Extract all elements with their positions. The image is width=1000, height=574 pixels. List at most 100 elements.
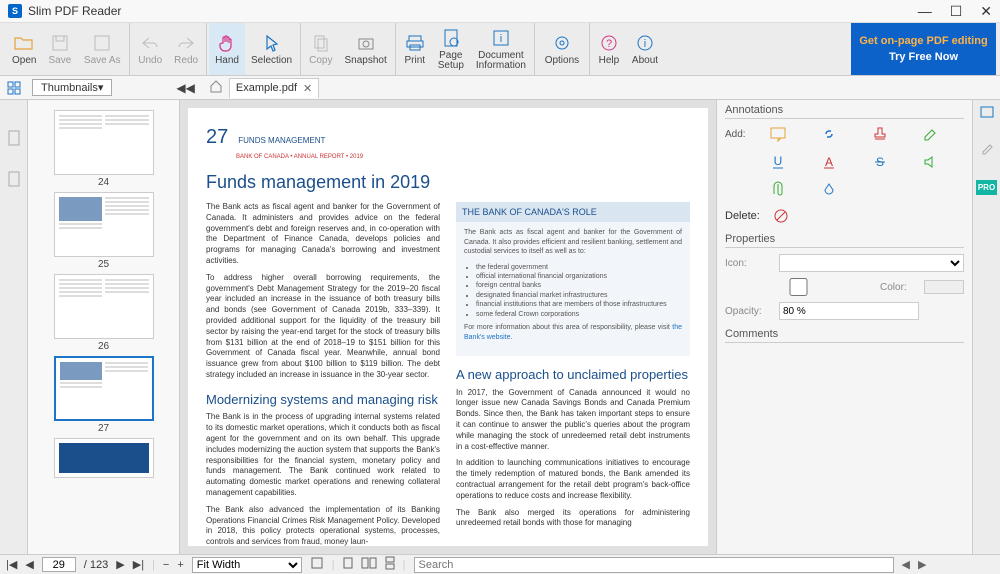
search-next-icon[interactable]: ▶ <box>918 558 926 571</box>
page-setup-button[interactable]: Page Setup <box>432 23 470 75</box>
icon-select[interactable] <box>779 254 964 272</box>
svg-text:?: ? <box>606 38 612 50</box>
svg-text:i: i <box>500 33 502 45</box>
page-number-input[interactable] <box>42 557 76 572</box>
stamp-annotation-icon[interactable] <box>871 125 889 143</box>
folder-open-icon <box>13 32 35 54</box>
fit-page-icon[interactable] <box>310 556 324 573</box>
copy-button[interactable]: Copy <box>303 23 338 75</box>
bookmark-icon[interactable] <box>8 130 20 149</box>
prev-page-button[interactable]: ◀ <box>25 558 33 571</box>
svg-text:A: A <box>825 155 833 169</box>
comments-title: Comments <box>725 328 964 343</box>
home-icon[interactable] <box>209 79 223 96</box>
svg-text:U: U <box>774 154 783 168</box>
properties-title: Properties <box>725 233 964 248</box>
continuous-icon[interactable] <box>385 556 395 573</box>
opacity-input[interactable] <box>779 302 919 320</box>
thumbnail-28[interactable] <box>54 438 154 478</box>
cursor-icon <box>261 32 283 54</box>
maximize-button[interactable]: ☐ <box>950 3 963 20</box>
about-icon: i <box>634 32 656 54</box>
underline-annotation-icon[interactable]: U <box>769 153 787 171</box>
thumbnails-dropdown[interactable]: Thumbnails ▾ <box>32 79 112 96</box>
close-button[interactable]: ✕ <box>980 3 992 20</box>
titlebar: S Slim PDF Reader — ☐ ✕ <box>0 0 1000 22</box>
thumbnail-27[interactable]: 27 <box>54 356 154 434</box>
search-prev-icon[interactable]: ◀ <box>902 558 910 571</box>
save-button[interactable]: Save <box>42 23 77 75</box>
thumbnail-26[interactable]: 26 <box>54 274 154 352</box>
zoom-in-button[interactable]: + <box>177 559 183 571</box>
gear-icon <box>551 32 573 54</box>
save-as-button[interactable]: Save As <box>77 23 127 75</box>
color-checkbox[interactable] <box>725 278 872 296</box>
strikeout-annotation-icon[interactable]: S <box>871 153 889 171</box>
app-title: Slim PDF Reader <box>28 4 121 18</box>
annotations-title: Annotations <box>725 104 964 119</box>
print-button[interactable]: Print <box>398 23 432 75</box>
redo-icon <box>175 32 197 54</box>
collapse-sidebar-button[interactable]: ◀◀ <box>176 81 194 95</box>
document-tab[interactable]: Example.pdf ✕ <box>229 78 319 98</box>
close-tab-icon[interactable]: ✕ <box>303 82 312 95</box>
thumbnail-24[interactable]: 24 <box>54 110 154 188</box>
main-toolbar: Open Save Save As Undo Redo Hand Selecti… <box>0 22 1000 76</box>
zoom-out-button[interactable]: − <box>163 559 169 571</box>
hand-tool-button[interactable]: Hand <box>209 23 245 75</box>
zoom-select[interactable]: Fit Width <box>192 557 302 573</box>
color-swatch[interactable] <box>924 280 964 294</box>
attachment-icon[interactable] <box>8 171 20 190</box>
about-button[interactable]: i About <box>626 23 664 75</box>
single-page-icon[interactable] <box>343 557 353 572</box>
edit-tab-icon[interactable] <box>980 141 994 158</box>
facing-pages-icon[interactable] <box>361 557 377 572</box>
annotations-tab-icon[interactable] <box>980 106 994 123</box>
redo-button[interactable]: Redo <box>168 23 204 75</box>
page-total: / 123 <box>84 559 108 571</box>
hand-icon <box>216 32 238 54</box>
watermark-annotation-icon[interactable] <box>820 181 838 199</box>
right-sidebar: PRO <box>972 100 1000 554</box>
snapshot-button[interactable]: Snapshot <box>338 23 392 75</box>
page-heading: Funds management in 2019 <box>206 170 690 194</box>
save-icon <box>49 32 71 54</box>
highlight-annotation-icon[interactable] <box>921 125 939 143</box>
help-icon: ? <box>598 32 620 54</box>
selection-tool-button[interactable]: Selection <box>245 23 298 75</box>
svg-text:i: i <box>644 38 646 50</box>
undo-button[interactable]: Undo <box>132 23 168 75</box>
thumbnails-grid-icon[interactable] <box>0 76 28 100</box>
text-annotation-icon[interactable]: A <box>820 153 838 171</box>
doc-info-button[interactable]: i Document Information <box>470 23 532 75</box>
tab-label: Example.pdf <box>236 82 297 94</box>
upgrade-cta[interactable]: Get on-page PDF editing Try Free Now <box>851 23 996 75</box>
help-button[interactable]: ? Help <box>592 23 626 75</box>
info-icon: i <box>490 27 512 49</box>
open-button[interactable]: Open <box>6 23 42 75</box>
first-page-button[interactable]: |◀ <box>6 558 17 571</box>
search-input[interactable] <box>414 557 894 573</box>
left-sidebar <box>0 100 28 554</box>
snapshot-icon <box>355 32 377 54</box>
attachment-annotation-icon[interactable] <box>769 181 787 199</box>
save-as-icon <box>91 32 113 54</box>
status-bar: |◀ ◀ / 123 ▶ ▶| | − + Fit Width | | ◀ ▶ <box>0 554 1000 574</box>
minimize-button[interactable]: — <box>918 3 932 20</box>
delete-annotation-icon[interactable] <box>772 207 790 225</box>
copy-icon <box>310 32 332 54</box>
options-button[interactable]: Options <box>537 23 587 75</box>
tab-bar: Thumbnails ▾ ◀◀ Example.pdf ✕ <box>0 76 1000 100</box>
page-setup-icon <box>440 27 462 49</box>
pro-badge[interactable]: PRO <box>976 180 997 195</box>
next-page-button[interactable]: ▶ <box>116 558 124 571</box>
thumbnails-panel: 24 25 26 27 <box>28 100 180 554</box>
sound-annotation-icon[interactable] <box>921 153 939 171</box>
thumbnail-25[interactable]: 25 <box>54 192 154 270</box>
print-icon <box>404 32 426 54</box>
link-annotation-icon[interactable] <box>820 125 838 143</box>
note-annotation-icon[interactable] <box>769 125 787 143</box>
last-page-button[interactable]: ▶| <box>133 558 144 571</box>
page-content: 27FUNDS MANAGEMENTBANK OF CANADA • ANNUA… <box>188 108 708 546</box>
page-view[interactable]: 27FUNDS MANAGEMENTBANK OF CANADA • ANNUA… <box>180 100 716 554</box>
